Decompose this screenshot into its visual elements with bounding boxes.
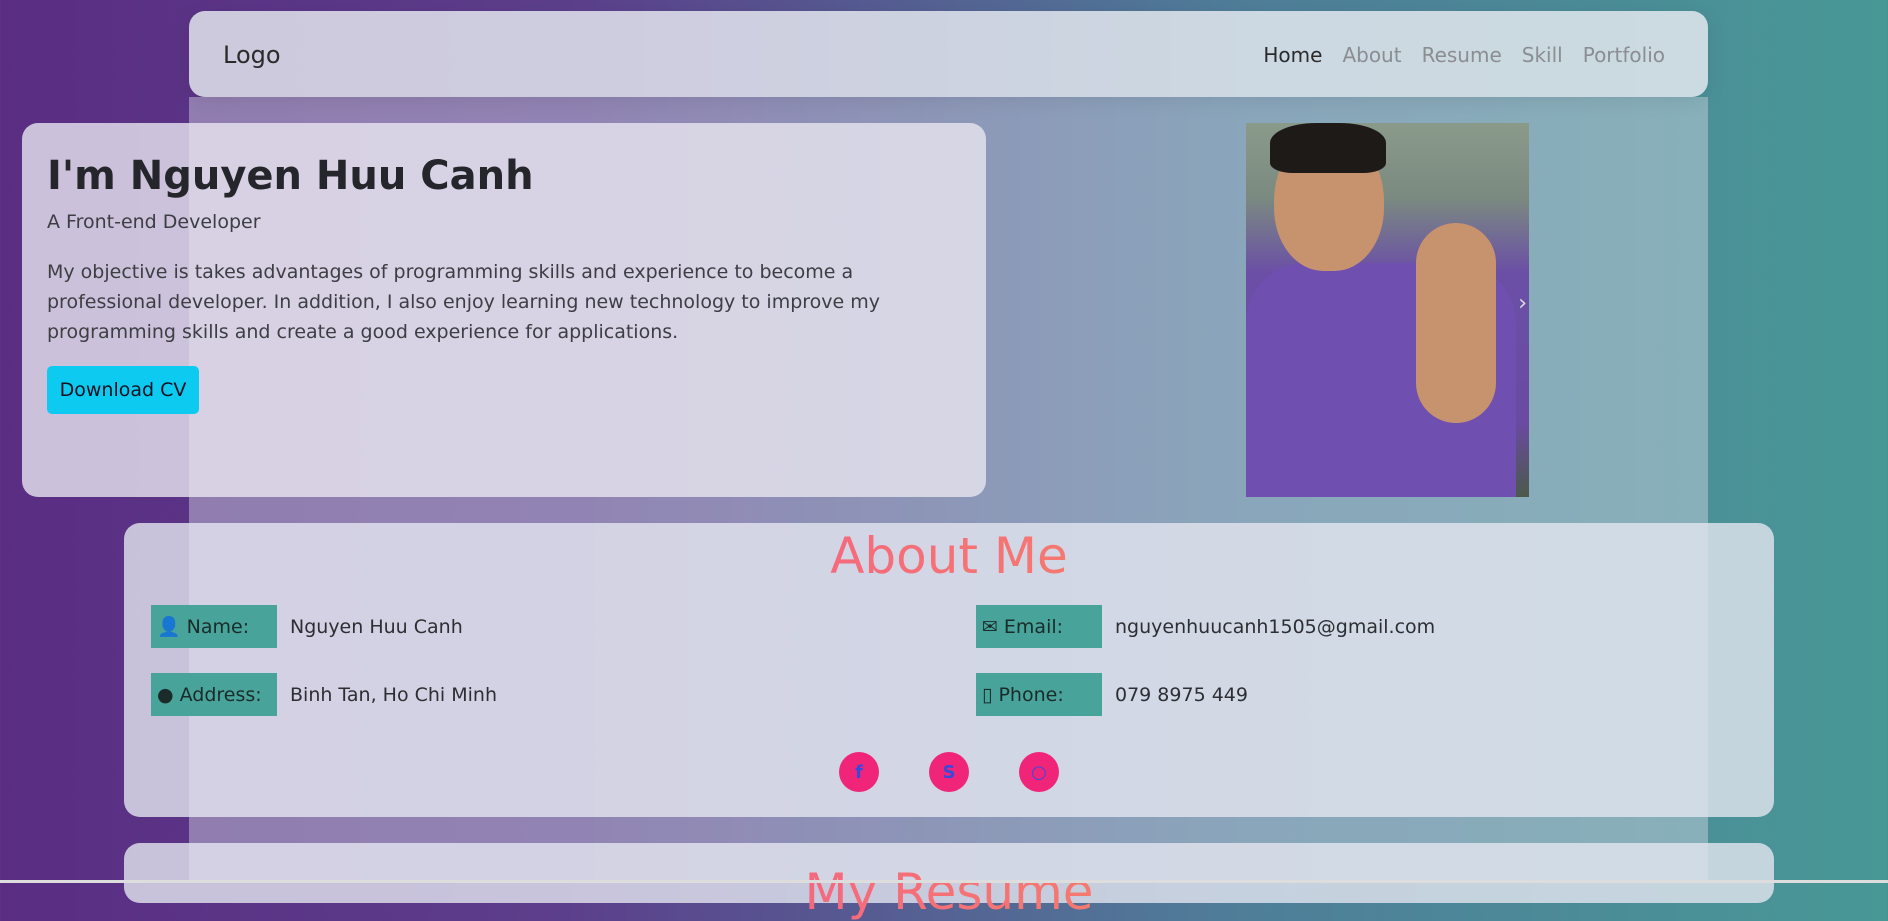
photo-hair xyxy=(1270,123,1386,173)
envelope-icon: ✉ xyxy=(982,615,998,638)
photo-arm xyxy=(1416,223,1496,423)
hero-title: I'm Nguyen Huu Canh xyxy=(47,153,534,199)
email-value: nguyenhuucanh1505@gmail.com xyxy=(1115,615,1436,638)
logo[interactable]: Logo xyxy=(223,41,281,69)
nav-home[interactable]: Home xyxy=(1263,43,1322,67)
nav-about[interactable]: About xyxy=(1342,43,1401,67)
phone-label-text: Phone: xyxy=(998,683,1064,706)
email-label: ✉ Email: xyxy=(976,605,1102,648)
user-icon: 👤 xyxy=(157,616,181,638)
nav-skill[interactable]: Skill xyxy=(1522,43,1563,67)
skype-icon[interactable]: S xyxy=(929,752,969,792)
nav-links: Home About Resume Skill Portfolio xyxy=(1263,43,1665,67)
nav-portfolio[interactable]: Portfolio xyxy=(1583,43,1665,67)
facebook-icon[interactable]: f xyxy=(839,752,879,792)
hero-description: My objective is takes advantages of prog… xyxy=(47,261,881,343)
hero-subtitle: A Front-end Developer xyxy=(47,211,261,233)
phone-label: ▯ Phone: xyxy=(976,673,1102,716)
phone-value: 079 8975 449 xyxy=(1115,683,1248,706)
info-email: ✉ Email: nguyenhuucanh1505@gmail.com xyxy=(976,605,1435,648)
email-label-text: Email: xyxy=(1003,615,1064,638)
nav-resume[interactable]: Resume xyxy=(1422,43,1502,67)
address-value: Binh Tan, Ho Chi Minh xyxy=(290,683,497,706)
info-phone: ▯ Phone: 079 8975 449 xyxy=(976,673,1248,716)
github-icon[interactable]: ○ xyxy=(1019,752,1059,792)
info-name: 👤 Name: Nguyen Huu Canh xyxy=(151,605,463,648)
social-links: f S ○ xyxy=(839,752,1059,792)
map-marker-icon: ● xyxy=(157,683,174,706)
name-label: 👤 Name: xyxy=(151,605,277,648)
resume-section: My Resume xyxy=(124,843,1774,921)
name-label-text: Name: xyxy=(186,615,250,638)
info-address: ● Address: Binh Tan, Ho Chi Minh xyxy=(151,673,497,716)
about-section: About Me 👤 Name: Nguyen Huu Canh ✉ Email… xyxy=(124,523,1774,817)
hero-card: I'm Nguyen Huu Canh A Front-end Develope… xyxy=(22,123,986,497)
navbar: Logo Home About Resume Skill Portfolio xyxy=(189,11,1708,97)
about-title: About Me xyxy=(124,527,1774,585)
chevron-right-icon[interactable]: › xyxy=(1518,291,1527,316)
mobile-icon: ▯ xyxy=(982,683,993,706)
profile-photo: › xyxy=(1246,123,1529,497)
resume-title: My Resume xyxy=(124,863,1774,921)
address-label: ● Address: xyxy=(151,673,277,716)
address-label-text: Address: xyxy=(179,683,262,706)
download-cv-button[interactable]: Download CV xyxy=(47,366,199,414)
name-value: Nguyen Huu Canh xyxy=(290,615,463,638)
